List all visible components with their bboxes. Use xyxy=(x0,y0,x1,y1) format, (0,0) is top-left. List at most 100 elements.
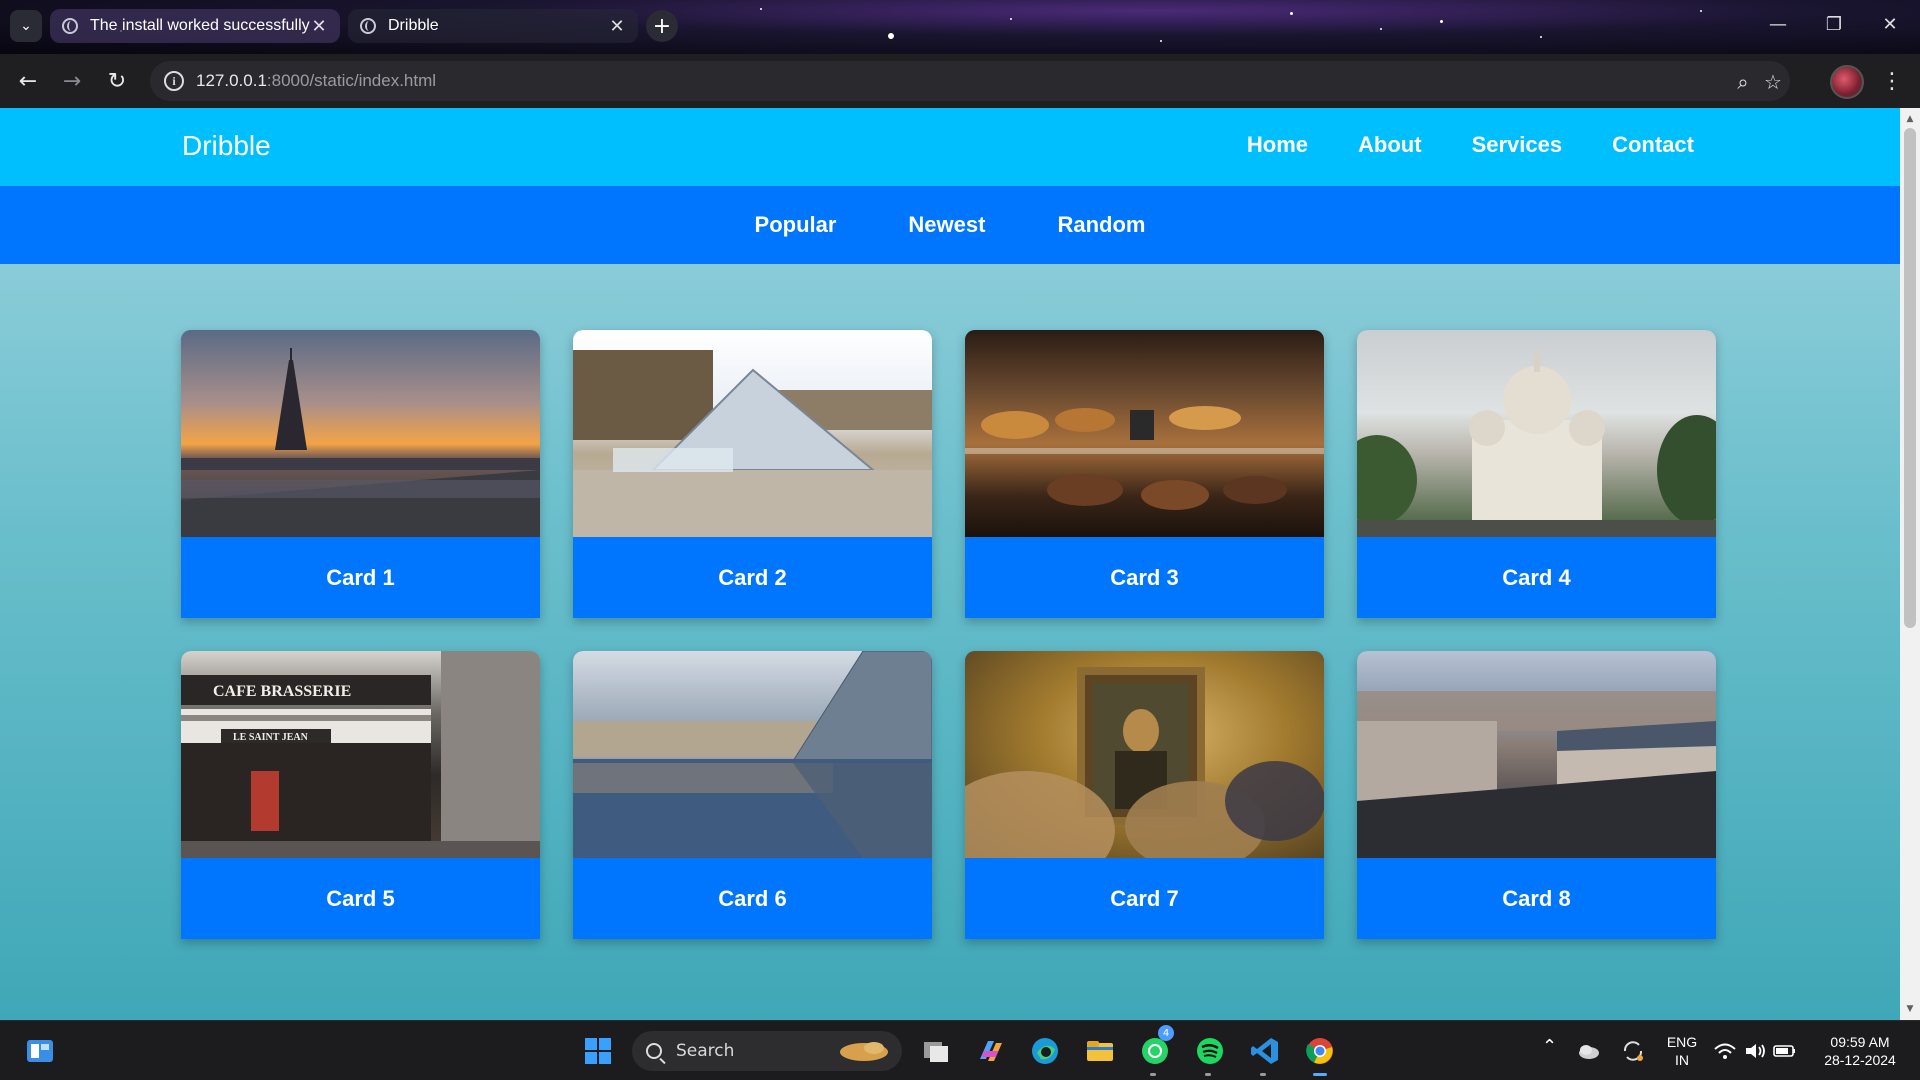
reload-icon: ↻ xyxy=(107,68,127,94)
profile-avatar[interactable] xyxy=(1830,65,1864,99)
region-code: IN xyxy=(1675,1052,1689,1068)
forward-button[interactable]: → xyxy=(56,65,88,97)
task-view-icon[interactable] xyxy=(918,1033,954,1069)
card-caption: Card 5 xyxy=(326,885,395,911)
battery-icon[interactable] xyxy=(1770,1033,1800,1069)
taskbar-search[interactable]: Search xyxy=(632,1031,902,1071)
bakery-illustration xyxy=(965,406,1324,510)
tab-dribble[interactable]: Dribble ✕ xyxy=(348,9,638,43)
vscode-icon[interactable] xyxy=(1247,1033,1283,1069)
reload-button[interactable]: ↻ xyxy=(101,65,133,97)
main-nav: Home About Services Contact xyxy=(1247,132,1694,158)
input-language[interactable]: ENG IN xyxy=(1662,1033,1702,1069)
tray-overflow-chevron-icon[interactable]: ⌃ xyxy=(1542,1037,1557,1055)
url-host: 127.0.0.1 xyxy=(196,71,267,90)
chrome-icon[interactable] xyxy=(1302,1033,1338,1069)
card[interactable]: Card 2 xyxy=(573,330,932,618)
card[interactable]: Card 7 xyxy=(965,651,1324,939)
card-image-mona-lisa xyxy=(965,651,1324,858)
brand-logo[interactable]: Dribble xyxy=(182,130,271,162)
card[interactable]: Card 4 xyxy=(1357,330,1716,618)
nav-about[interactable]: About xyxy=(1358,132,1422,158)
card-caption: Card 4 xyxy=(1502,564,1571,590)
browser-menu-icon[interactable]: ⋮ xyxy=(1880,65,1904,97)
card-caption: Card 7 xyxy=(1110,885,1179,911)
url-text[interactable]: 127.0.0.1:8000/static/index.html xyxy=(196,71,436,91)
card[interactable]: CAFE BRASSERIE LE SAINT JEAN Card 5 xyxy=(181,651,540,939)
running-app-indicator xyxy=(1260,1073,1266,1076)
card-caption: Card 6 xyxy=(718,885,787,911)
copilot-icon[interactable] xyxy=(972,1033,1008,1069)
browser-tab-strip: ⌄ The install worked successfully! ✕ Dri… xyxy=(0,0,1920,54)
sacre-coeur-illustration xyxy=(1357,350,1716,537)
minimize-button[interactable]: — xyxy=(1758,8,1798,40)
site-info-icon[interactable]: i xyxy=(164,71,184,91)
card[interactable]: Card 8 xyxy=(1357,651,1716,939)
windows-taskbar: Search 4 ⌃ ENG IN 09:59 AM 28-12-2024 xyxy=(0,1020,1920,1080)
address-bar[interactable]: i 127.0.0.1:8000/static/index.html ⌕ ☆ xyxy=(150,61,1790,101)
card[interactable]: Card 3 xyxy=(965,330,1324,618)
arrow-left-icon: ← xyxy=(18,68,38,94)
card-image-eiffel-tower xyxy=(181,330,540,537)
restore-button[interactable]: ❐ xyxy=(1814,8,1854,40)
card-image-cafe-brasserie: CAFE BRASSERIE LE SAINT JEAN xyxy=(181,651,540,858)
bookmark-star-icon[interactable]: ☆ xyxy=(1761,70,1785,94)
running-app-indicator xyxy=(1150,1073,1156,1076)
search-highlight-icon xyxy=(840,1042,888,1061)
category-random[interactable]: Random xyxy=(1057,212,1145,238)
card-image-bakery xyxy=(965,330,1324,537)
card-image-sacre-coeur xyxy=(1357,330,1716,537)
category-nav: Popular Newest Random xyxy=(0,186,1900,264)
close-tab-icon[interactable]: ✕ xyxy=(608,16,626,37)
clock[interactable]: 09:59 AM 28-12-2024 xyxy=(1810,1033,1910,1069)
scroll-down-icon[interactable]: ▼ xyxy=(1900,1000,1920,1018)
clock-time: 09:59 AM xyxy=(1830,1034,1890,1050)
category-popular[interactable]: Popular xyxy=(755,212,837,238)
card[interactable]: Card 1 xyxy=(181,330,540,618)
eiffel-tower-illustration xyxy=(181,348,540,537)
card-caption: Card 3 xyxy=(1110,564,1179,590)
file-explorer-icon[interactable] xyxy=(1082,1033,1118,1069)
url-path: :8000/static/index.html xyxy=(266,71,437,90)
arrow-right-icon: → xyxy=(62,68,82,94)
scrollbar-thumb[interactable] xyxy=(1904,128,1916,628)
new-tab-button[interactable]: + xyxy=(646,10,678,42)
page-scrollbar[interactable]: ▲ ▼ xyxy=(1900,108,1920,1020)
windows-start-icon[interactable] xyxy=(580,1033,616,1069)
spotify-icon[interactable] xyxy=(1192,1033,1228,1069)
volume-icon[interactable] xyxy=(1740,1033,1770,1069)
tab-install-worked[interactable]: The install worked successfully! ✕ xyxy=(50,9,340,43)
card-image-louvre-pyramid xyxy=(573,330,932,537)
sync-icon[interactable] xyxy=(1618,1033,1648,1069)
zoom-icon[interactable]: ⌕ xyxy=(1731,70,1755,94)
mona-lisa-illustration xyxy=(965,667,1324,858)
minimize-icon: — xyxy=(1769,13,1787,35)
nav-contact[interactable]: Contact xyxy=(1612,132,1694,158)
close-tab-icon[interactable]: ✕ xyxy=(310,16,328,37)
card-caption: Card 1 xyxy=(326,564,395,590)
wifi-icon[interactable] xyxy=(1710,1033,1740,1069)
nav-home[interactable]: Home xyxy=(1247,132,1308,158)
nav-services[interactable]: Services xyxy=(1472,132,1563,158)
widgets-icon[interactable] xyxy=(22,1033,58,1069)
tab-search-button[interactable]: ⌄ xyxy=(10,10,42,42)
cafe-brasserie-illustration: CAFE BRASSERIE LE SAINT JEAN xyxy=(181,651,540,858)
globe-icon xyxy=(360,18,376,34)
card-caption: Card 8 xyxy=(1502,885,1571,911)
onedrive-icon[interactable] xyxy=(1574,1033,1604,1069)
edge-icon[interactable] xyxy=(1027,1033,1063,1069)
paris-rooftops-illustration xyxy=(1357,691,1716,858)
close-window-button[interactable]: ✕ xyxy=(1870,8,1910,40)
card-image-louvre-reflection xyxy=(573,651,932,858)
tab-title: Dribble xyxy=(388,17,439,34)
running-app-indicator xyxy=(1205,1073,1211,1076)
site-header: Dribble Home About Services Contact xyxy=(0,108,1900,186)
card[interactable]: Card 6 xyxy=(573,651,932,939)
scroll-up-icon[interactable]: ▲ xyxy=(1900,110,1920,128)
card-grid: Card 1 Card 2 Card 3 Card 4 CAFE BRASSER… xyxy=(181,330,1717,939)
clock-date: 28-12-2024 xyxy=(1824,1052,1896,1068)
back-button[interactable]: ← xyxy=(12,65,44,97)
card-image-paris-rooftops xyxy=(1357,651,1716,858)
category-newest[interactable]: Newest xyxy=(908,212,985,238)
tab-title: The install worked successfully! xyxy=(90,17,310,34)
